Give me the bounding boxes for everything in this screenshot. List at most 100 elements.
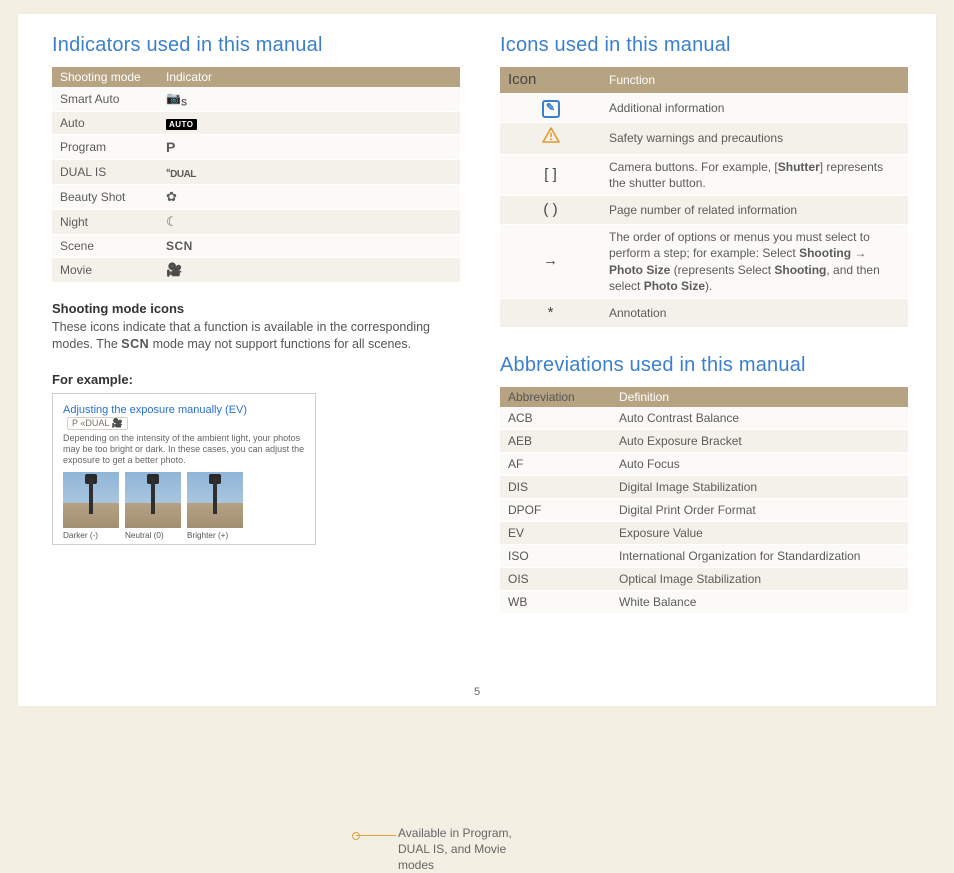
abbr-row: EVExposure Value <box>500 522 908 545</box>
indicator-cell: ✿ <box>158 184 460 209</box>
abbr-cell: ACB <box>500 407 611 430</box>
indicator-cell: SCN <box>158 234 460 257</box>
indicator-row: Smart Auto 📷S <box>52 87 460 112</box>
manual-page: Indicators used in this manual Shooting … <box>18 14 936 706</box>
indicator-cell: ☾ <box>158 209 460 234</box>
left-column: Indicators used in this manual Shooting … <box>52 34 490 614</box>
def-cell: Digital Image Stabilization <box>611 476 908 499</box>
auto-icon: AUTO <box>166 119 197 130</box>
abbr-row: AEBAuto Exposure Bracket <box>500 430 908 453</box>
abbr-cell: AF <box>500 453 611 476</box>
example-box: Adjusting the exposure manually (EV) P «… <box>52 393 316 546</box>
def-cell: Digital Print Order Format <box>611 499 908 522</box>
icons-table: Icon Function ✎ Additional informationSaf… <box>500 67 908 328</box>
thumb-label: Brighter (+) <box>187 531 243 540</box>
indicator-row: Movie 🎥 <box>52 257 460 282</box>
callout-note: Available in Program, DUAL IS, and Movie… <box>398 825 518 873</box>
movie-icon: 🎥 <box>166 262 182 277</box>
mode-cell: Beauty Shot <box>52 184 158 209</box>
program-icon: P <box>166 139 175 155</box>
icon-cell <box>500 123 601 154</box>
icon-row: ✎ Additional information <box>500 93 908 123</box>
icon-row: Safety warnings and precautions <box>500 123 908 154</box>
function-cell: Camera buttons. For example, [Shutter] r… <box>601 154 908 195</box>
def-cell: Exposure Value <box>611 522 908 545</box>
abbr-cell: OIS <box>500 568 611 591</box>
icon-glyph: → <box>543 252 558 269</box>
mode-cell: Auto <box>52 112 158 135</box>
icon-cell: ( ) <box>500 195 601 224</box>
icon-glyph: [ ] <box>544 166 557 183</box>
callout-connector <box>356 835 396 836</box>
indicator-row: Auto AUTO <box>52 112 460 135</box>
icon-cell: * <box>500 298 601 327</box>
abbr-cell: DPOF <box>500 499 611 522</box>
for-example-label: For example: <box>52 372 460 387</box>
indicator-row: Night ☾ <box>52 209 460 234</box>
def-cell: Optical Image Stabilization <box>611 568 908 591</box>
example-thumb: Brighter (+) <box>187 472 243 540</box>
th-function: Function <box>601 67 908 93</box>
example-thumb: Darker (-) <box>63 472 119 540</box>
indicator-row: SceneSCN <box>52 234 460 257</box>
shooting-mode-icons-para: These icons indicate that a function is … <box>52 319 460 354</box>
def-cell: International Organization for Standardi… <box>611 545 908 568</box>
thumb-image <box>125 472 181 528</box>
abbr-cell: ISO <box>500 545 611 568</box>
def-cell: Auto Focus <box>611 453 908 476</box>
right-column: Icons used in this manual Icon Function … <box>490 34 908 614</box>
th-def: Definition <box>611 387 908 407</box>
mode-cell: Movie <box>52 257 158 282</box>
def-cell: Auto Contrast Balance <box>611 407 908 430</box>
abbr-row: ACBAuto Contrast Balance <box>500 407 908 430</box>
function-cell: Additional information <box>601 93 908 123</box>
indicator-cell: P <box>158 135 460 160</box>
icon-cell: [ ] <box>500 154 601 195</box>
mode-cell: Night <box>52 209 158 234</box>
th-shooting-mode: Shooting mode <box>52 67 158 87</box>
scene-icon: SCN <box>166 239 193 253</box>
abbr-cell: WB <box>500 591 611 614</box>
icon-row: [ ] Camera buttons. For example, [Shutter… <box>500 154 908 195</box>
example-thumb: Neutral (0) <box>125 472 181 540</box>
abbr-row: DPOFDigital Print Order Format <box>500 499 908 522</box>
indicators-heading: Indicators used in this manual <box>52 34 460 57</box>
indicator-row: Beauty Shot ✿ <box>52 184 460 209</box>
abbr-row: ISOInternational Organization for Standa… <box>500 545 908 568</box>
icon-cell: → <box>500 225 601 299</box>
function-cell: Safety warnings and precautions <box>601 123 908 154</box>
mode-cell: DUAL IS <box>52 160 158 184</box>
abbr-cell: DIS <box>500 476 611 499</box>
function-cell: The order of options or menus you must s… <box>601 225 908 299</box>
abbr-row: OISOptical Image Stabilization <box>500 568 908 591</box>
example-body: Depending on the intensity of the ambien… <box>63 433 305 467</box>
icon-row: ( ) Page number of related information <box>500 195 908 224</box>
thumb-image <box>187 472 243 528</box>
mode-cell: Smart Auto <box>52 87 158 112</box>
indicator-cell: AUTO <box>158 112 460 135</box>
info-icon: ✎ <box>542 100 560 118</box>
def-cell: Auto Exposure Bracket <box>611 430 908 453</box>
abbr-cell: AEB <box>500 430 611 453</box>
abbr-heading: Abbreviations used in this manual <box>500 354 908 377</box>
shooting-mode-icons-subhead: Shooting mode icons <box>52 301 460 316</box>
indicator-cell: 📷S <box>158 87 460 112</box>
th-indicator: Indicator <box>158 67 460 87</box>
abbr-row: DISDigital Image Stabilization <box>500 476 908 499</box>
night-icon: ☾ <box>166 214 178 229</box>
icon-cell: ✎ <box>500 93 601 123</box>
function-cell: Page number of related information <box>601 195 908 224</box>
thumb-label: Neutral (0) <box>125 531 181 540</box>
smart-auto-icon: 📷S <box>166 91 187 105</box>
th-abbr: Abbreviation <box>500 387 611 407</box>
icon-glyph: * <box>548 304 554 321</box>
beauty-shot-icon: ✿ <box>166 189 177 204</box>
example-title: Adjusting the exposure manually (EV) <box>63 404 247 416</box>
th-icon: Icon <box>500 67 601 93</box>
indicator-cell: «DUAL <box>158 160 460 184</box>
icon-glyph: ( ) <box>543 201 557 218</box>
dual-is-icon: «DUAL <box>166 169 196 180</box>
indicator-row: DUAL IS «DUAL <box>52 160 460 184</box>
example-mode-icons: P «DUAL 🎥 <box>67 417 128 430</box>
thumb-image <box>63 472 119 528</box>
